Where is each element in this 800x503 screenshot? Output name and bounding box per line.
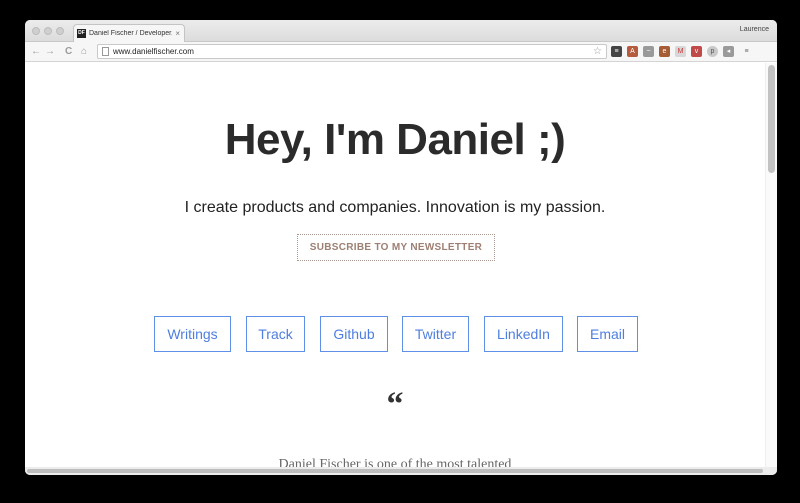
tab-active[interactable]: DF Daniel Fischer / Developer, Designer … — [73, 24, 185, 42]
tagline: I create products and companies. Innovat… — [184, 199, 606, 216]
quote-mark-icon: “ — [386, 386, 404, 423]
translate-icon[interactable]: A — [627, 46, 638, 57]
bookmark-star-icon[interactable]: ☆ — [593, 46, 606, 57]
chart-icon[interactable]: ~ — [643, 46, 654, 57]
tab-title: Daniel Fischer / Developer, Designer — [89, 30, 173, 37]
gmail-icon[interactable]: M — [675, 46, 686, 57]
back-icon[interactable]: ← — [31, 45, 41, 59]
reload-icon[interactable]: C — [65, 45, 72, 59]
url-text: www.danielfischer.com — [113, 47, 194, 56]
site-favicon-icon: DF — [77, 29, 86, 38]
page-icon — [102, 47, 109, 56]
testimonial-text: Daniel Fischer is one of the most talent… — [278, 457, 512, 467]
evernote-icon[interactable]: e — [659, 46, 670, 57]
subscribe-button[interactable]: SUBSCRIBE TO MY NEWSLETTER — [297, 234, 495, 261]
browser-toolbar: ← → C ⌂ www.danielfischer.com ☆ ≡ A ~ e … — [25, 42, 777, 62]
zoom-window-button[interactable] — [56, 27, 64, 35]
twitter-link[interactable]: Twitter — [402, 316, 469, 352]
tab-close-icon[interactable]: × — [175, 29, 184, 38]
page-content: Hey, I'm Daniel ;) I create products and… — [25, 63, 765, 467]
buffer-icon[interactable]: ≡ — [611, 46, 622, 57]
sound-icon[interactable]: ◂ — [723, 46, 734, 57]
github-link[interactable]: Github — [320, 316, 388, 352]
writings-link[interactable]: Writings — [154, 316, 231, 352]
browser-window: DF Daniel Fischer / Developer, Designer … — [25, 20, 777, 475]
close-window-button[interactable] — [32, 27, 40, 35]
profile-name[interactable]: Laurence — [740, 26, 769, 33]
email-link[interactable]: Email — [577, 316, 638, 352]
horizontal-scroll-thumb[interactable] — [27, 469, 763, 473]
title-bar: DF Daniel Fischer / Developer, Designer … — [25, 20, 777, 42]
track-link[interactable]: Track — [246, 316, 305, 352]
linkedin-link[interactable]: LinkedIn — [484, 316, 563, 352]
address-bar[interactable]: www.danielfischer.com ☆ — [97, 44, 607, 59]
menu-icon[interactable]: ≡ — [741, 46, 752, 57]
pinterest-icon[interactable]: p — [707, 46, 718, 57]
forward-icon[interactable]: → — [45, 45, 55, 59]
vertical-scroll-thumb[interactable] — [768, 65, 775, 173]
pocket-icon[interactable]: v — [691, 46, 702, 57]
vertical-scrollbar[interactable] — [765, 63, 777, 467]
page-title: Hey, I'm Daniel ;) — [224, 115, 566, 164]
minimize-window-button[interactable] — [44, 27, 52, 35]
horizontal-scrollbar[interactable] — [25, 467, 777, 475]
home-icon[interactable]: ⌂ — [81, 45, 87, 59]
